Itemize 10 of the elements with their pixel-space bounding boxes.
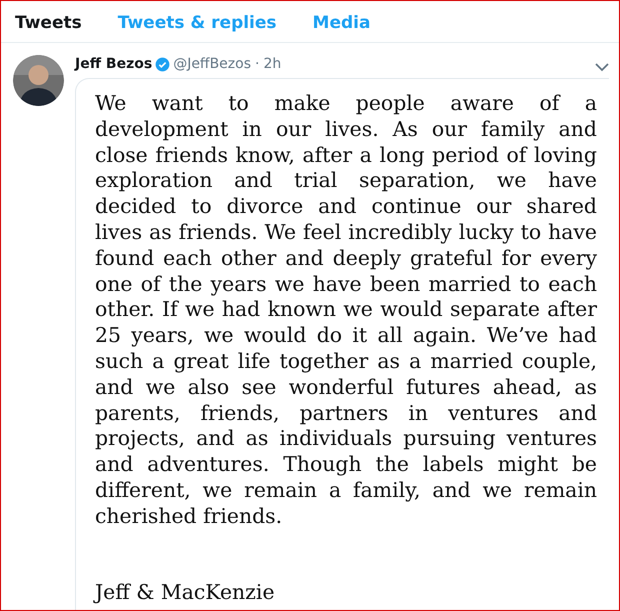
profile-tab[interactable]: Tweets [15, 15, 82, 32]
statement-signature: Jeff & MacKenzie [95, 580, 276, 606]
separator: · [255, 54, 260, 74]
profile-tab[interactable]: Tweets & replies [118, 15, 277, 32]
chevron-down-icon[interactable] [595, 62, 609, 72]
author-handle[interactable]: @JeffBezos [173, 54, 252, 74]
tweet-time[interactable]: 2h [263, 54, 282, 74]
statement-text: We want to make people aware of a development in our lives. As our family and close friends know, after a long period of loving exploration and trial separation, we have decided to divorce and continue our shared lives as friends. We feel incredibly lucky to have found each other and deeply grateful for every one of the years we have been married to each other. If we had known we would separate after 25 years, we would do it all again. We’ve had such a great life together as a married couple, and we also see wonderful futures ahead, as parents, friends, partners in ventures and projects, and as individuals pursuing ventures and adventures. Though the labels might be different, we remain a family, and we remain cherished friends. [95, 91, 597, 530]
profile-tab[interactable]: Media [312, 15, 370, 32]
author-name[interactable]: Jeff Bezos [75, 54, 152, 74]
